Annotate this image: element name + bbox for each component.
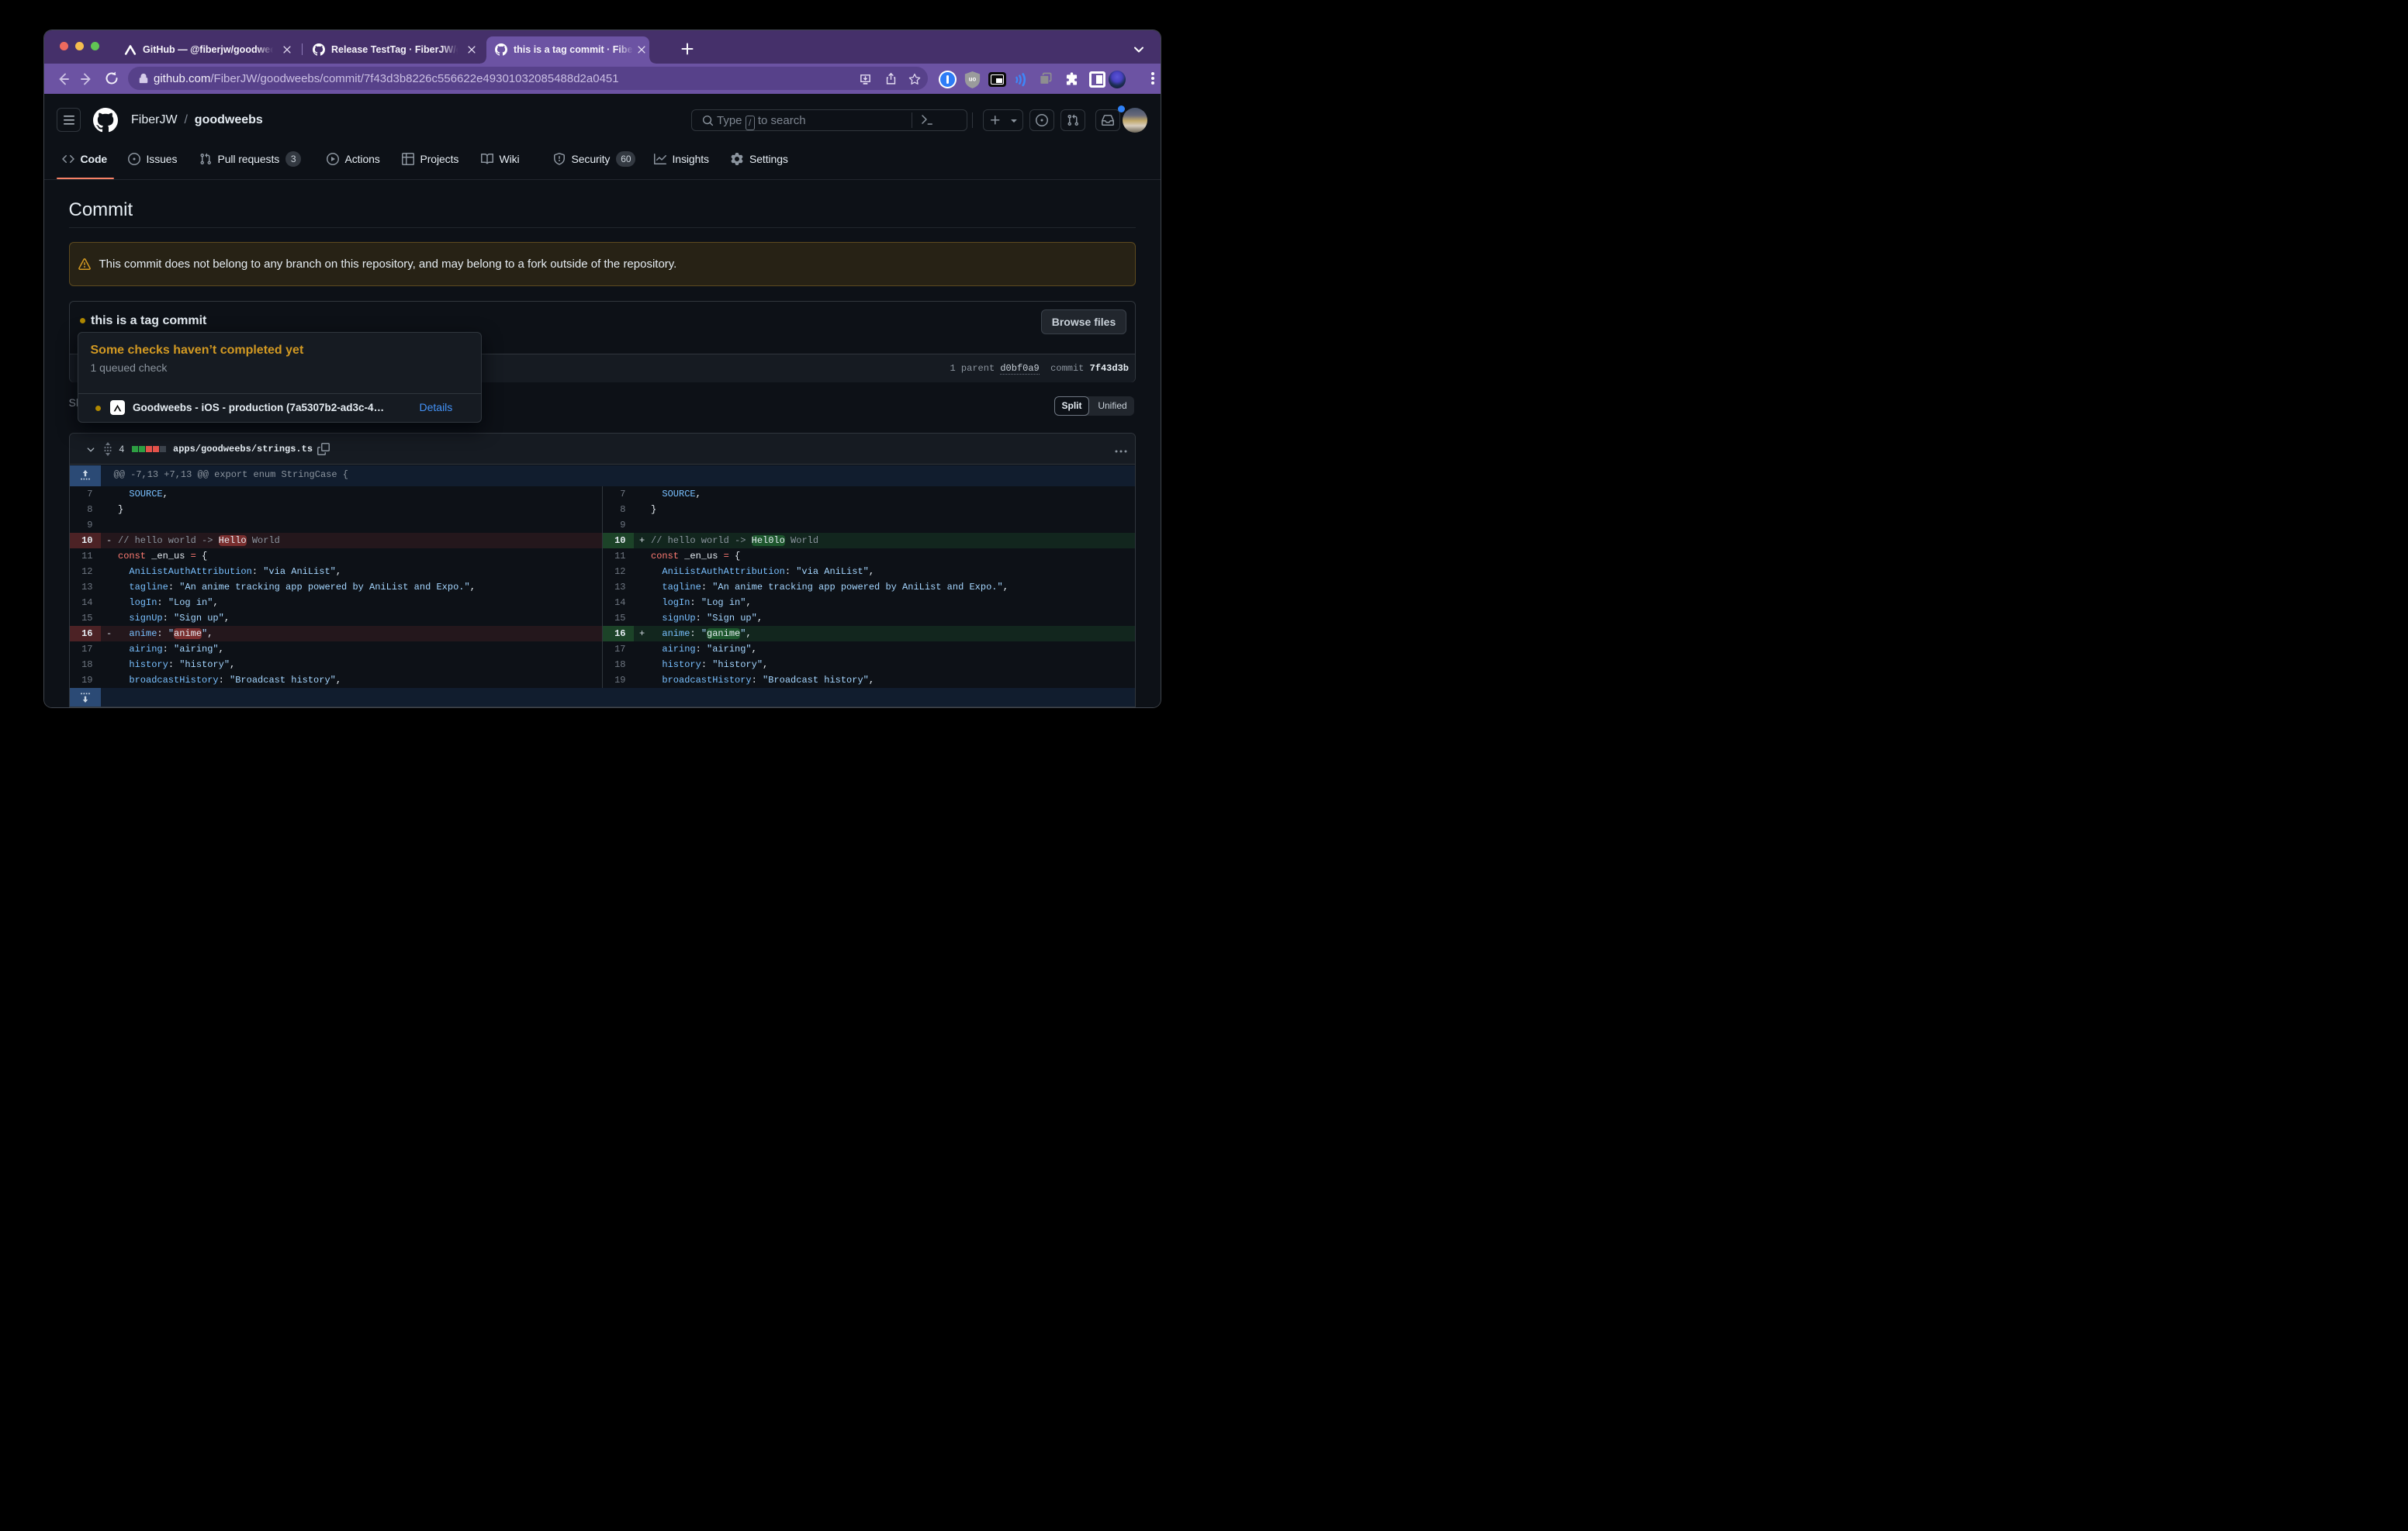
svg-text:uo: uo <box>968 75 976 82</box>
